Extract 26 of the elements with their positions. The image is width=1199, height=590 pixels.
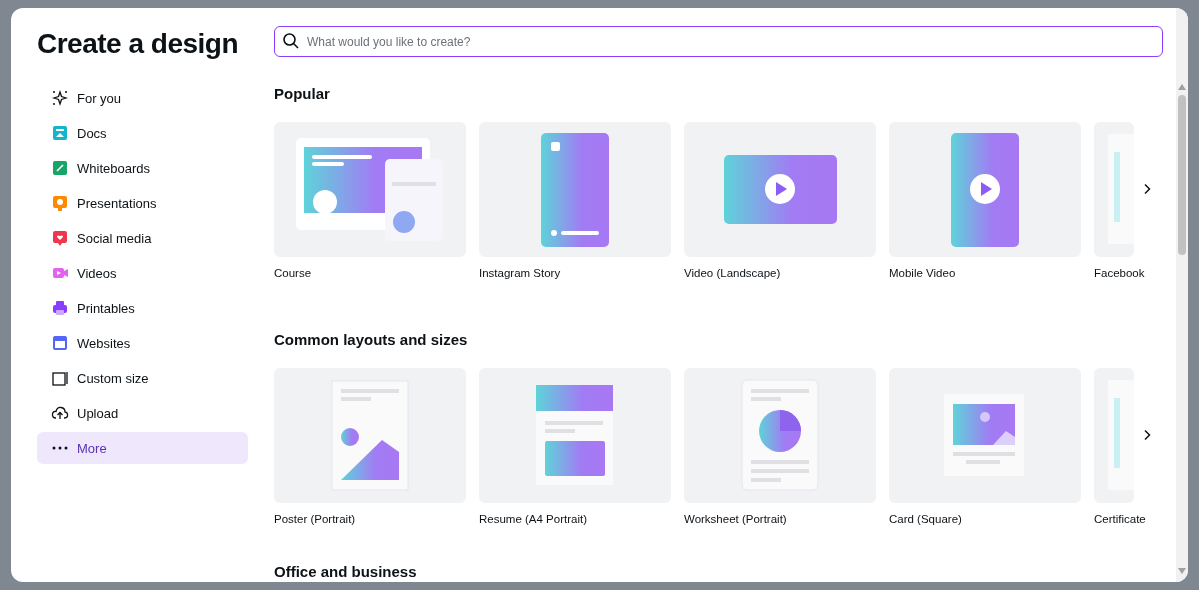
- template-label: Video (Landscape): [684, 266, 781, 280]
- template-label: Poster (Portrait): [274, 512, 356, 526]
- template-label: Certificate: [1094, 512, 1146, 526]
- section-heading: Office and business: [274, 562, 418, 582]
- template-label: Worksheet (Portrait): [684, 512, 787, 526]
- template-label: Card (Square): [889, 512, 962, 526]
- sidebar-item[interactable]: Whiteboards: [37, 152, 248, 184]
- template-label: Course: [274, 266, 312, 280]
- sidebar-item[interactable]: Videos: [37, 257, 248, 289]
- sidebar-item[interactable]: Websites: [37, 327, 248, 359]
- template-label: Facebook: [1094, 266, 1145, 280]
- dialog-title: Create a design: [37, 27, 240, 61]
- sidebar-item[interactable]: Printables: [37, 292, 248, 324]
- sidebar-item[interactable]: Upload: [37, 397, 248, 429]
- sidebar-item[interactable]: Custom size: [37, 362, 248, 394]
- sidebar-item[interactable]: Social media: [37, 222, 248, 254]
- template-label: Resume (A4 Portrait): [479, 512, 587, 526]
- section-heading: Common layouts and sizes: [274, 330, 469, 350]
- section-heading: Popular: [274, 84, 331, 104]
- sidebar-item[interactable]: More: [37, 432, 248, 464]
- sidebar-item[interactable]: Presentations: [37, 187, 248, 219]
- sidebar-item[interactable]: Docs: [37, 117, 248, 149]
- template-label: Mobile Video: [889, 266, 956, 280]
- search-field[interactable]: What would you like to create?: [274, 26, 1163, 57]
- template-label: Instagram Story: [479, 266, 561, 280]
- sidebar-item[interactable]: For you: [37, 82, 248, 114]
